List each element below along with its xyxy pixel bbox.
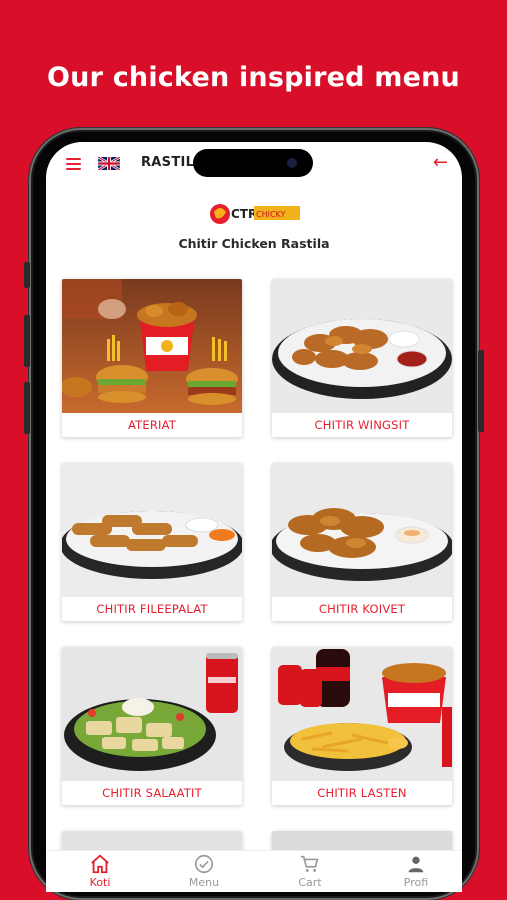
category-image bbox=[62, 647, 242, 781]
dynamic-island bbox=[193, 149, 313, 177]
category-label: CHITIR KOIVET bbox=[318, 602, 406, 616]
menu-icon[interactable] bbox=[66, 158, 81, 170]
phone-silent-switch bbox=[24, 262, 30, 288]
cart-icon bbox=[300, 855, 319, 872]
nav-label: Cart bbox=[298, 876, 322, 889]
phone-volume-down bbox=[24, 382, 30, 434]
home-icon bbox=[91, 854, 109, 874]
category-label: CHITIR LASTEN bbox=[317, 786, 407, 800]
check-circle-icon bbox=[194, 854, 214, 874]
brand-logo: CTR CHICKY bbox=[208, 200, 304, 226]
nav-label: Profi bbox=[403, 876, 429, 889]
category-label: CHITIR SALAATIT bbox=[102, 786, 202, 800]
app-screen: RASTILA · · · · · · U ← CTR CHICKY Chiti… bbox=[46, 142, 462, 892]
nav-profile[interactable]: Profi bbox=[376, 853, 456, 889]
logo-text: CTR bbox=[231, 207, 257, 221]
category-image bbox=[62, 463, 242, 597]
category-label: ATERIAT bbox=[127, 418, 177, 432]
category-card-wingsit[interactable]: CHITIR WINGSIT bbox=[272, 279, 452, 437]
nav-cart[interactable]: Cart bbox=[270, 853, 350, 889]
nav-label: Menu bbox=[188, 876, 220, 889]
back-arrow-icon[interactable]: ← bbox=[433, 152, 448, 173]
phone-volume-up bbox=[24, 315, 30, 367]
category-image bbox=[62, 279, 242, 413]
category-image bbox=[272, 647, 452, 781]
category-image bbox=[272, 279, 452, 413]
store-title: Chitir Chicken Rastila bbox=[178, 236, 330, 251]
uk-flag-icon[interactable] bbox=[98, 157, 120, 170]
nav-label: Koti bbox=[89, 876, 111, 889]
category-card-lasten[interactable]: CHITIR LASTEN bbox=[272, 647, 452, 805]
logo-tag: CHICKY bbox=[256, 210, 286, 219]
phone-power-button bbox=[478, 350, 484, 432]
promo-headline: Our chicken inspired menu bbox=[47, 62, 460, 93]
category-label: CHITIR WINGSIT bbox=[314, 418, 410, 432]
user-icon bbox=[408, 856, 424, 873]
category-image bbox=[272, 463, 452, 597]
bottom-navigation: Koti Menu Cart Profi bbox=[46, 850, 462, 892]
category-card-salaatit[interactable]: CHITIR SALAATIT bbox=[62, 647, 242, 805]
category-card-ateriat[interactable]: ATERIAT bbox=[62, 279, 242, 437]
category-card-fileepalat[interactable]: CHITIR FILEEPALAT bbox=[62, 463, 242, 621]
category-card-koivet[interactable]: CHITIR KOIVET bbox=[272, 463, 452, 621]
nav-menu[interactable]: Menu bbox=[164, 853, 244, 889]
category-label: CHITIR FILEEPALAT bbox=[96, 602, 208, 616]
nav-home[interactable]: Koti bbox=[60, 853, 140, 889]
